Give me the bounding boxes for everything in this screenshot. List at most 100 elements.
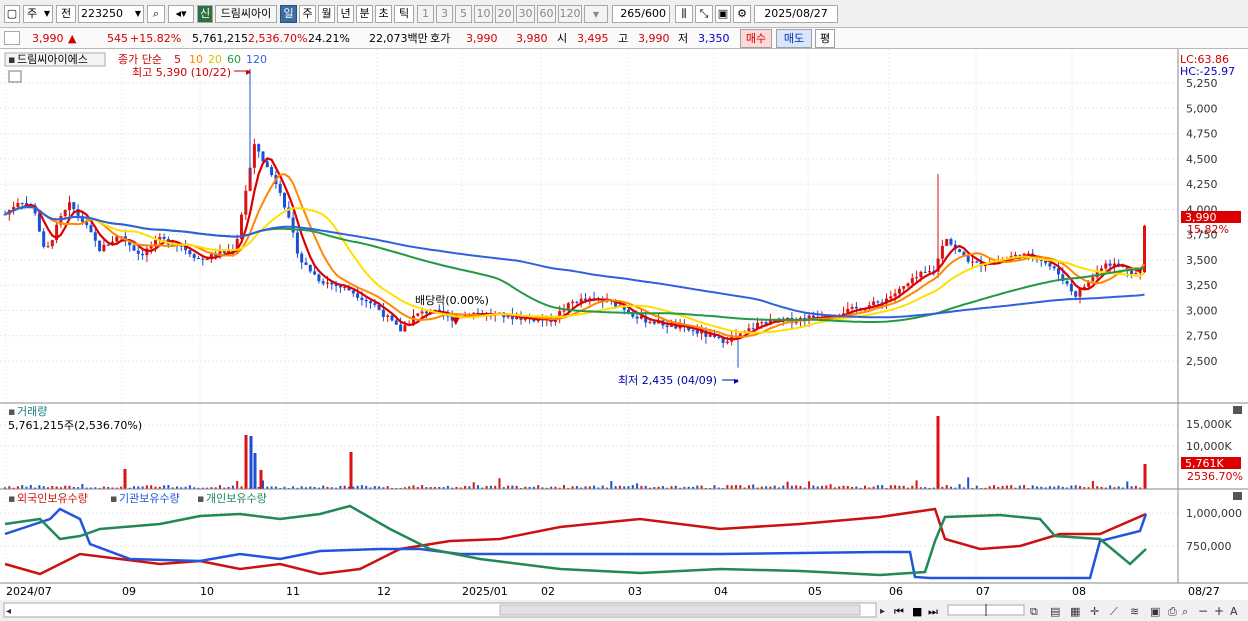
volume-panel-close-icon[interactable]	[1233, 406, 1242, 414]
prev-button[interactable]: 전	[56, 5, 76, 23]
count-total: /600	[641, 7, 666, 20]
volume-bar	[1005, 485, 1008, 489]
table-view-icon[interactable]	[8, 70, 22, 83]
high-label: 고	[618, 32, 629, 45]
toolbar: ▢ 주 ▼ 전 223250 ▼ ⌕ ◂▾ 신 드림씨아이 일 주 월 년 분 초 …	[0, 0, 1248, 28]
scroll-left-icon[interactable]: ◂	[6, 606, 11, 617]
candle-body	[897, 288, 901, 294]
nav-first-icon[interactable]: ⏮	[894, 605, 904, 618]
interval-10-button[interactable]: 10	[474, 5, 493, 23]
interval-3-button[interactable]: 3	[436, 5, 453, 23]
price-y-tick: 3,500	[1186, 254, 1218, 267]
holdings-panel-close-icon[interactable]	[1233, 492, 1242, 500]
candle-body	[313, 271, 317, 275]
candle-chart-icon[interactable]: ⫼	[675, 5, 693, 23]
candle-body	[132, 245, 136, 251]
count-input[interactable]: 265/600	[612, 5, 670, 23]
eval-button[interactable]: 평	[815, 29, 835, 48]
volume-bar	[38, 485, 41, 489]
grid-toggle-icon[interactable]: ▦	[1070, 605, 1080, 618]
scroll-right-icon[interactable]: ▸	[880, 606, 885, 617]
volume-bar	[782, 485, 785, 489]
candle-body	[695, 330, 699, 334]
window-menu-icon[interactable]: ▢	[4, 5, 20, 23]
print-icon[interactable]: ⎙	[1168, 605, 1177, 618]
period-day-button[interactable]: 일	[280, 5, 297, 23]
stock-code-input[interactable]: 223250 ▼	[78, 5, 144, 23]
interval-20-button[interactable]: 20	[495, 5, 514, 23]
nav-stop-icon[interactable]: ■	[912, 605, 922, 618]
buy-button[interactable]: 매수	[740, 29, 772, 48]
period-year-button[interactable]: 년	[337, 5, 354, 23]
holdings-marker-3: ▪	[197, 492, 204, 505]
interval-1-button[interactable]: 1	[417, 5, 434, 23]
scroll-thumb[interactable]	[499, 604, 861, 616]
candle-body	[403, 325, 407, 332]
chevron-down-icon: ▼	[134, 9, 141, 18]
candle-body	[1048, 263, 1052, 267]
x-label-2024-07: 2024/07	[6, 585, 52, 598]
candle-body	[889, 296, 893, 299]
chart-draw-icon[interactable]: ⤡	[695, 5, 713, 23]
interval-30-button[interactable]: 30	[516, 5, 535, 23]
chart-area[interactable]: ▼ ▪ 드림씨아이에스 종가 단순 5 10 20 60 120 최고 5,39…	[0, 49, 1248, 621]
interval-5-button[interactable]: 5	[455, 5, 472, 23]
volume-bar	[472, 482, 475, 489]
candle-body	[872, 301, 876, 306]
interval-60-button[interactable]: 60	[537, 5, 556, 23]
candle-body	[1074, 291, 1078, 297]
interval-custom-select[interactable]: ▼	[584, 5, 608, 23]
nav-last-icon[interactable]: ⏭	[928, 605, 938, 618]
volume-bar	[730, 485, 733, 489]
zoom-out-icon[interactable]: −	[1198, 604, 1208, 618]
volume-last-label: 5,761K	[1185, 457, 1224, 470]
period-week-button[interactable]: 주	[299, 5, 316, 23]
font-size-icon[interactable]: A	[1230, 605, 1238, 618]
x-label-05: 05	[808, 585, 822, 598]
search-icon[interactable]: ⌕	[1182, 605, 1188, 618]
turnover: 24.21%	[308, 32, 350, 45]
save-icon[interactable]: ▣	[715, 5, 731, 23]
change-arrow-icon: ▲	[68, 32, 77, 45]
market-type-value: 주	[27, 7, 38, 20]
save-chart-icon[interactable]: ▣	[1150, 605, 1160, 618]
x-label-10: 10	[200, 585, 214, 598]
date-input[interactable]: 2025/08/27	[754, 5, 838, 23]
candle-body	[192, 254, 196, 259]
volume-bar	[735, 485, 737, 489]
candle-body	[68, 202, 71, 211]
volume-bar	[967, 477, 970, 489]
zoom-in-icon[interactable]: +	[1214, 604, 1224, 618]
interval-120-button[interactable]: 120	[558, 5, 582, 23]
volume-bar	[1010, 485, 1013, 489]
trend-line-icon[interactable]: ⟋	[1110, 605, 1118, 618]
volume-bar	[747, 485, 750, 489]
period-minute-button[interactable]: 분	[356, 5, 373, 23]
x-label-2025-01: 2025/01	[462, 585, 508, 598]
x-label-06: 06	[889, 585, 903, 598]
holdings-y-tick-1000000: 1,000,000	[1186, 507, 1242, 520]
search-icon[interactable]: ⌕	[147, 5, 165, 23]
window-tile-icon[interactable]: ⧉	[1030, 605, 1038, 618]
volume-bar	[889, 485, 892, 489]
quote-expand-icon[interactable]	[4, 31, 20, 45]
volume-bar	[958, 484, 961, 489]
period-second-button[interactable]: 초	[375, 5, 392, 23]
ma-legend-120: 120	[246, 53, 267, 66]
market-type-select[interactable]: 주 ▼	[23, 5, 53, 23]
crosshair-icon[interactable]: ✛	[1090, 605, 1099, 618]
period-month-button[interactable]: 월	[318, 5, 335, 23]
speaker-icon[interactable]: ◂▾	[168, 5, 194, 23]
window-split-icon[interactable]: ▤	[1050, 605, 1060, 618]
candle-body	[283, 192, 286, 208]
candle-body	[906, 283, 910, 287]
period-tick-button[interactable]: 틱	[394, 5, 414, 23]
volume-bar	[636, 483, 639, 489]
gear-icon[interactable]: ⚙	[733, 5, 751, 23]
candle-body	[652, 321, 656, 324]
candle-body	[205, 259, 209, 261]
candle-body	[910, 277, 914, 284]
fibonacci-icon[interactable]: ≋	[1130, 605, 1139, 618]
volume-bar	[1074, 485, 1077, 489]
sell-button[interactable]: 매도	[776, 29, 812, 48]
